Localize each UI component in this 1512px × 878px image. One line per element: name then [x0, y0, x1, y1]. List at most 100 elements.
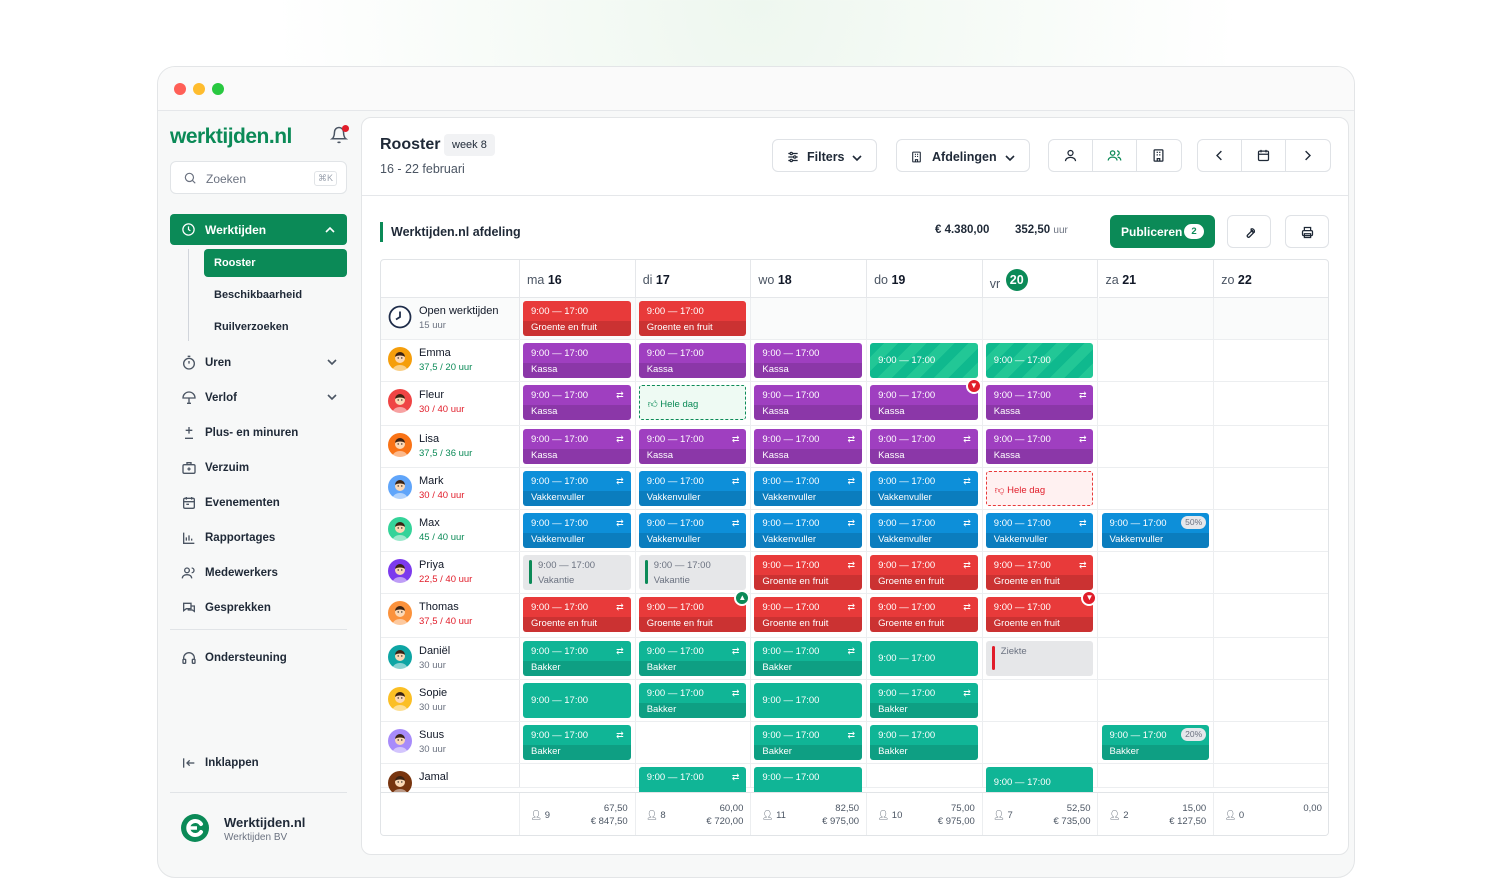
day-cell[interactable]: 9:00 — 17:00 ⇄ Vakkenvuller	[751, 510, 868, 551]
shift-block[interactable]: 9:00 — 17:00 Groente en fruit	[638, 301, 747, 336]
day-cell[interactable]: Ziekte	[983, 638, 1099, 679]
shift-block[interactable]: 9:00 — 17:00 ⇄ Bakker	[638, 683, 747, 718]
shift-block[interactable]: 9:00 — 17:00 ⇄ Vakkenvuller	[985, 513, 1094, 548]
view-team-button[interactable]	[1093, 140, 1137, 171]
shift-block[interactable]: 9:00 — 17:00 ⇄ Vakkenvuller	[638, 471, 747, 506]
shift-block[interactable]: 9:00 — 17:00 ⇄ Kassa	[870, 429, 978, 464]
day-cell[interactable]	[1099, 638, 1215, 679]
shift-block[interactable]: 9:00 — 17:00 ⇄ Kassa	[985, 385, 1094, 420]
day-cell[interactable]	[1214, 764, 1328, 787]
shift-block[interactable]: 9:00 — 17:00 Kassa	[754, 385, 863, 420]
day-cell[interactable]: 9:00 — 17:00 Vakkenvuller 50%	[1099, 510, 1215, 551]
departments-button[interactable]: Afdelingen	[896, 139, 1030, 172]
maximize-window-dot[interactable]	[212, 83, 224, 95]
collapse-sidebar-button[interactable]: Inklappen	[170, 749, 347, 777]
employee-cell[interactable]: Max 45 / 40 uur	[381, 510, 520, 551]
day-cell[interactable]	[867, 298, 983, 339]
shift-block[interactable]: 9:00 — 17:00 ⇄ Bakker	[870, 683, 978, 718]
day-header-wo[interactable]: wo 18	[751, 260, 868, 298]
day-cell[interactable]: 9:00 — 17:00 Kassa	[636, 340, 752, 381]
shift-block[interactable]: 9:00 — 17:00 ⇄ Kassa	[754, 429, 863, 464]
day-cell[interactable]	[1099, 764, 1215, 787]
day-cell[interactable]: 9:00 — 17:00 Kassa	[520, 340, 636, 381]
notifications-bell-icon[interactable]	[329, 125, 349, 144]
day-cell[interactable]	[1214, 382, 1328, 425]
day-cell[interactable]	[1099, 680, 1215, 721]
employee-cell[interactable]: Thomas 37,5 / 40 uur	[381, 594, 520, 637]
day-cell[interactable]	[1214, 468, 1328, 509]
day-header-vr[interactable]: vr 20	[982, 260, 1099, 298]
shift-block[interactable]: 9:00 — 17:00 Kassa	[523, 343, 631, 378]
day-cell[interactable]: 9:00 — 17:00 ⇄ Groente en fruit	[751, 552, 868, 593]
day-cell[interactable]: 9:00 — 17:00 ⇄ Bakker	[867, 680, 983, 721]
shift-block[interactable]: 9:00 — 17:00 Groente en fruit	[985, 597, 1094, 632]
sidebar-item-werktijden[interactable]: Werktijden	[170, 214, 347, 245]
shift-block[interactable]: 9:00 — 17:00 ⇄ Groente en fruit	[754, 597, 863, 632]
day-cell[interactable]: 9:00 — 17:00 ⇄ Vakkenvuller	[520, 468, 636, 509]
day-header-zo[interactable]: zo 22	[1214, 260, 1328, 298]
company-switcher[interactable]: Werktijden.nl Werktijden BV	[170, 811, 350, 851]
day-cell[interactable]	[1214, 510, 1328, 551]
day-cell[interactable]	[1099, 340, 1215, 381]
day-cell[interactable]	[520, 764, 636, 787]
employee-cell[interactable]: Sopie 30 uur	[381, 680, 520, 721]
day-cell[interactable]: 9:00 — 17:00 ⇄ Vakkenvuller	[867, 510, 983, 551]
day-header-do[interactable]: do 19	[867, 260, 983, 298]
day-cell[interactable]	[1214, 638, 1328, 679]
day-cell[interactable]	[1099, 298, 1215, 339]
shift-block[interactable]: 9:00 — 17:00 Kassa	[754, 343, 863, 378]
leave-block[interactable]: Ziekte	[985, 641, 1094, 676]
day-cell[interactable]: 9:00 — 17:00 ⇄ Kassa	[520, 382, 636, 425]
day-cell[interactable]: 9:00 — 17:00 ⇄ Kassa	[751, 426, 868, 467]
employee-cell[interactable]: Emma 37,5 / 20 uur	[381, 340, 520, 381]
day-cell[interactable]: 9:00 — 17:00 Kassa ▼	[867, 378, 983, 425]
leave-block[interactable]: 9:00 — 17:00 Vakantie	[523, 555, 631, 590]
day-header-di[interactable]: di 17	[635, 260, 752, 298]
day-cell[interactable]: 9:00 — 17:00 ⇄ Vakkenvuller	[867, 468, 983, 509]
filters-button[interactable]: Filters	[772, 139, 877, 172]
shift-block[interactable]: 9:00 — 17:00 ⇄ Vakkenvuller	[523, 471, 631, 506]
day-cell[interactable]	[1214, 298, 1328, 339]
day-cell[interactable]	[867, 764, 983, 787]
sidebar-item-gesprekken[interactable]: Gesprekken	[170, 594, 347, 622]
shift-block[interactable]: 9:00 — 17:00 Kassa	[638, 343, 747, 378]
shift-block[interactable]: 9:00 — 17:00 ⇄ Kassa	[638, 429, 747, 464]
day-cell[interactable]: 9:00 — 17:00 ⇄ Vakkenvuller	[636, 510, 752, 551]
sidebar-item-evenementen[interactable]: Evenementen	[170, 489, 347, 517]
day-cell[interactable]	[983, 722, 1099, 763]
preferred-day-block[interactable]: 👍︎ Hele dag	[638, 385, 747, 420]
day-cell[interactable]: 9:00 — 17:00 ⇄	[636, 764, 752, 802]
day-cell[interactable]: 9:00 — 17:00 ⇄ Kassa	[983, 426, 1099, 467]
view-department-button[interactable]	[1137, 140, 1181, 171]
minimize-window-dot[interactable]	[193, 83, 205, 95]
day-cell[interactable]: 9:00 — 17:00 ⇄ Vakkenvuller	[751, 468, 868, 509]
day-cell[interactable]: 9:00 — 17:00 ⇄ Bakker	[520, 638, 636, 679]
day-cell[interactable]	[1099, 552, 1215, 593]
shift-block[interactable]: 9:00 — 17:00 ⇄ Bakker	[638, 641, 747, 676]
day-cell[interactable]: 9:00 — 17:00	[520, 680, 636, 721]
day-cell[interactable]: 👍︎ Hele dag	[636, 382, 752, 425]
shift-block[interactable]: 9:00 — 17:00	[870, 641, 978, 676]
employee-cell[interactable]: Priya 22,5 / 40 uur	[381, 552, 520, 593]
sidebar-item-medewerkers[interactable]: Medewerkers	[170, 559, 347, 587]
day-cell[interactable]	[1214, 552, 1328, 593]
day-header-za[interactable]: za 21	[1098, 260, 1215, 298]
shift-block[interactable]: 9:00 — 17:00 Bakker 20%	[1101, 725, 1210, 760]
shift-block[interactable]: 9:00 — 17:00 ⇄ Groente en fruit	[523, 597, 631, 632]
print-button[interactable]	[1285, 215, 1329, 248]
day-cell[interactable]: 9:00 — 17:00 ⇄ Kassa	[520, 426, 636, 467]
day-cell[interactable]: 9:00 — 17:00	[751, 764, 868, 802]
shift-block[interactable]: 9:00 — 17:00 ⇄ Vakkenvuller	[754, 471, 863, 506]
view-single-user-button[interactable]	[1049, 140, 1093, 171]
shift-block[interactable]: 9:00 — 17:00 ⇄ Groente en fruit	[870, 597, 978, 632]
sidebar-item-rapportages[interactable]: Rapportages	[170, 524, 347, 552]
day-cell[interactable]	[1214, 722, 1328, 763]
shift-block[interactable]: 9:00 — 17:00 ⇄ Bakker	[754, 641, 863, 676]
settings-wrench-button[interactable]	[1227, 215, 1271, 248]
shift-block[interactable]: 9:00 — 17:00 ⇄ Vakkenvuller	[870, 513, 978, 548]
shift-block[interactable]: 9:00 — 17:00 ⇄ Vakkenvuller	[754, 513, 863, 548]
shift-block[interactable]: 9:00 — 17:00 ⇄ Vakkenvuller	[870, 471, 978, 506]
employee-cell[interactable]: Daniël 30 uur	[381, 638, 520, 679]
next-week-button[interactable]	[1286, 140, 1330, 171]
day-cell[interactable]: 9:00 — 17:00	[751, 680, 868, 721]
